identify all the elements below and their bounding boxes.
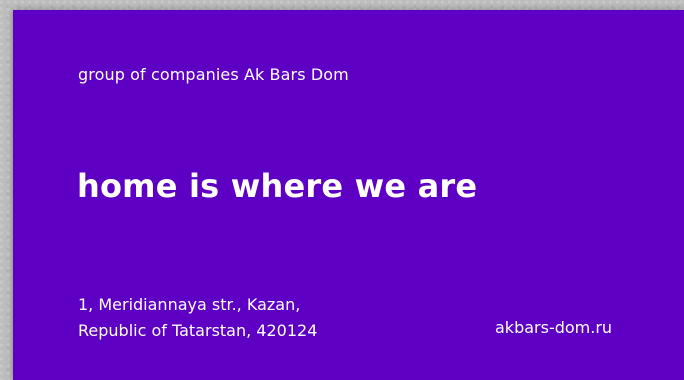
address-block: 1, Meridiannaya str., Kazan, Republic of… (78, 292, 317, 344)
website-text: akbars-dom.ru (495, 318, 613, 337)
address-line-1: 1, Meridiannaya str., Kazan, (78, 295, 301, 314)
company-tagline: group of companies Ak Bars Dom (78, 65, 349, 84)
headline: home is where we are (77, 167, 478, 205)
business-card: group of companies Ak Bars Dom home is w… (13, 10, 684, 380)
address-line-2: Republic of Tatarstan, 420124 (78, 321, 318, 340)
